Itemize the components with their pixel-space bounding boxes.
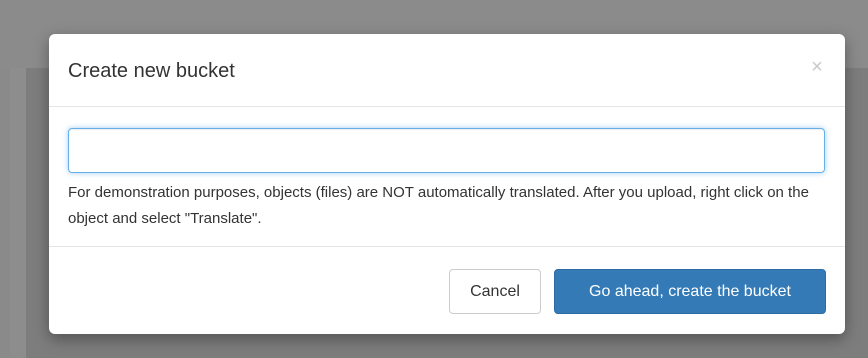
create-bucket-dialog: Create new bucket × For demonstration pu… — [49, 34, 845, 334]
dialog-header: Create new bucket × — [49, 34, 845, 107]
help-text: For demonstration purposes, objects (fil… — [68, 184, 809, 227]
dialog-title: Create new bucket — [68, 60, 235, 82]
dialog-footer: Cancel Go ahead, create the bucket — [49, 248, 845, 334]
bucket-name-input[interactable] — [68, 128, 825, 173]
dialog-body: For demonstration purposes, objects (fil… — [49, 108, 845, 247]
close-icon[interactable]: × — [809, 57, 825, 77]
cancel-button[interactable]: Cancel — [449, 269, 541, 314]
create-bucket-button[interactable]: Go ahead, create the bucket — [554, 269, 826, 314]
page-backdrop-edge — [0, 68, 10, 358]
